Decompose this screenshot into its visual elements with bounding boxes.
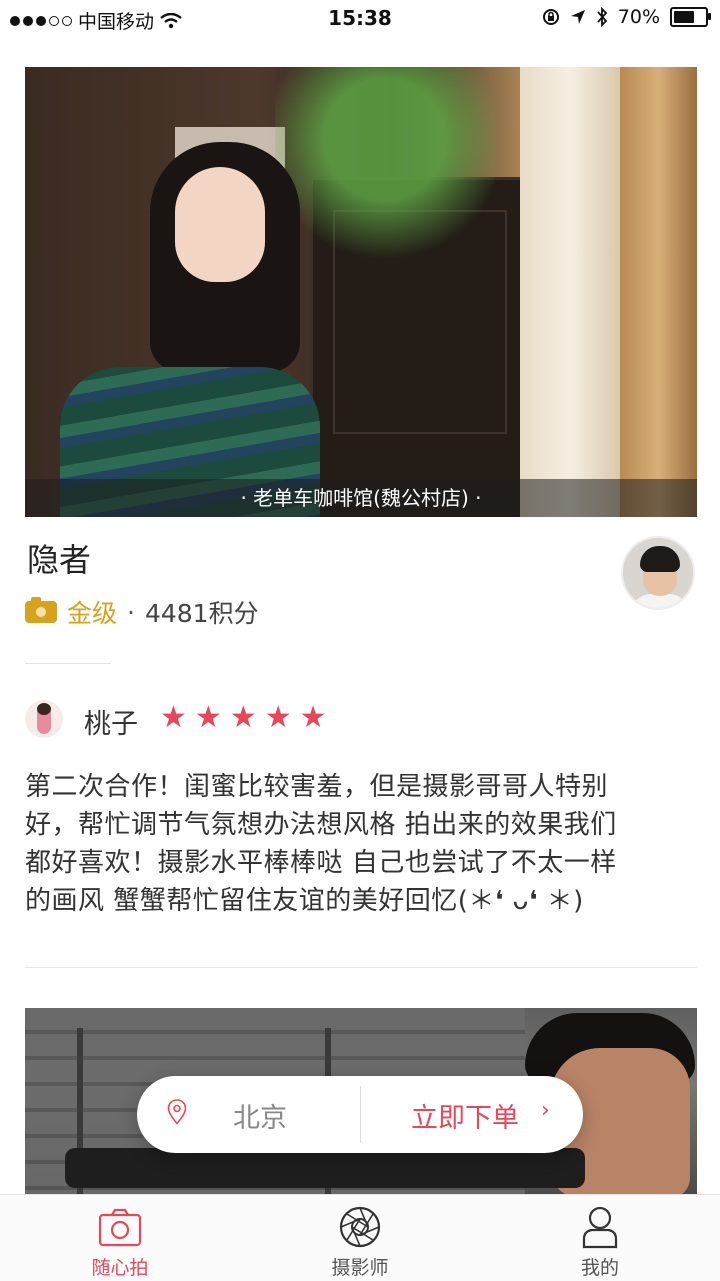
star-icon: ★ bbox=[194, 700, 222, 735]
star-icon: ★ bbox=[299, 700, 327, 735]
aperture-icon bbox=[339, 1206, 381, 1248]
level-label: 金级 bbox=[67, 599, 118, 628]
tab-shoot[interactable]: 随心拍 bbox=[0, 1195, 240, 1281]
tab-label: 随心拍 bbox=[91, 1257, 149, 1279]
rating-stars: ★ ★ ★ ★ ★ bbox=[160, 701, 327, 735]
city-selector[interactable]: 北京 bbox=[233, 1096, 287, 1135]
pill-separator bbox=[360, 1086, 361, 1143]
photographer-avatar[interactable] bbox=[621, 536, 695, 610]
photographer-level: 金级 · 4481积分 bbox=[25, 594, 259, 630]
star-icon: ★ bbox=[229, 700, 257, 735]
photographer-name[interactable]: 隐者 bbox=[27, 535, 91, 581]
divider bbox=[25, 967, 697, 968]
featured-photo[interactable]: · 老单车咖啡馆(魏公村店) · bbox=[25, 67, 697, 517]
star-icon: ★ bbox=[264, 700, 292, 735]
reviewer-avatar[interactable] bbox=[25, 700, 63, 738]
tab-me[interactable]: 我的 bbox=[480, 1195, 720, 1281]
review-line: 好，帮忙调节气氛想办法想风格 拍出来的效果我们 bbox=[25, 810, 617, 840]
star-icon: ★ bbox=[160, 700, 187, 735]
location-caption: · 老单车咖啡馆(魏公村店) · bbox=[25, 479, 697, 517]
tab-label: 我的 bbox=[580, 1257, 619, 1279]
reviewer-name: 桃子 bbox=[84, 709, 138, 740]
tab-bar: 随心拍 摄影师 我的 bbox=[0, 1194, 720, 1281]
review-text: 第二次合作！闺蜜比较害羞，但是摄影哥哥人特别 好，帮忙调节气氛想办法想风格 拍出… bbox=[25, 768, 697, 920]
order-now-button[interactable]: 立即下单 bbox=[411, 1096, 519, 1135]
camera-icon bbox=[98, 1208, 142, 1247]
rotation-lock-icon bbox=[542, 9, 559, 25]
system-indicators: 70% bbox=[542, 6, 711, 28]
location-arrow-icon bbox=[570, 10, 585, 24]
battery-percent: 70% bbox=[617, 6, 660, 28]
order-pill: 北京 立即下单 › bbox=[137, 1076, 583, 1153]
location-pin-icon[interactable] bbox=[167, 1099, 187, 1125]
bluetooth-icon bbox=[597, 7, 608, 27]
separator: · bbox=[127, 597, 135, 627]
divider bbox=[25, 663, 111, 664]
camera-badge-icon bbox=[25, 597, 57, 623]
status-bar: 中国移动 15:38 70% bbox=[0, 0, 720, 36]
tab-photographers[interactable]: 摄影师 bbox=[240, 1195, 480, 1281]
review-line: 都好喜欢！摄影水平棒棒哒 自己也尝试了不太一样 bbox=[25, 848, 617, 878]
points-label: 4481积分 bbox=[144, 599, 259, 628]
review-line: 第二次合作！闺蜜比较害羞，但是摄影哥哥人特别 bbox=[25, 772, 609, 802]
chevron-right-icon[interactable]: › bbox=[541, 1098, 550, 1123]
battery-icon bbox=[670, 7, 711, 27]
user-icon bbox=[582, 1206, 618, 1249]
review-line: 的画风 蟹蟹帮忙留住友谊的美好回忆(＊❛ ᴗ❛ ＊) bbox=[25, 886, 584, 916]
tab-label: 摄影师 bbox=[331, 1257, 389, 1279]
